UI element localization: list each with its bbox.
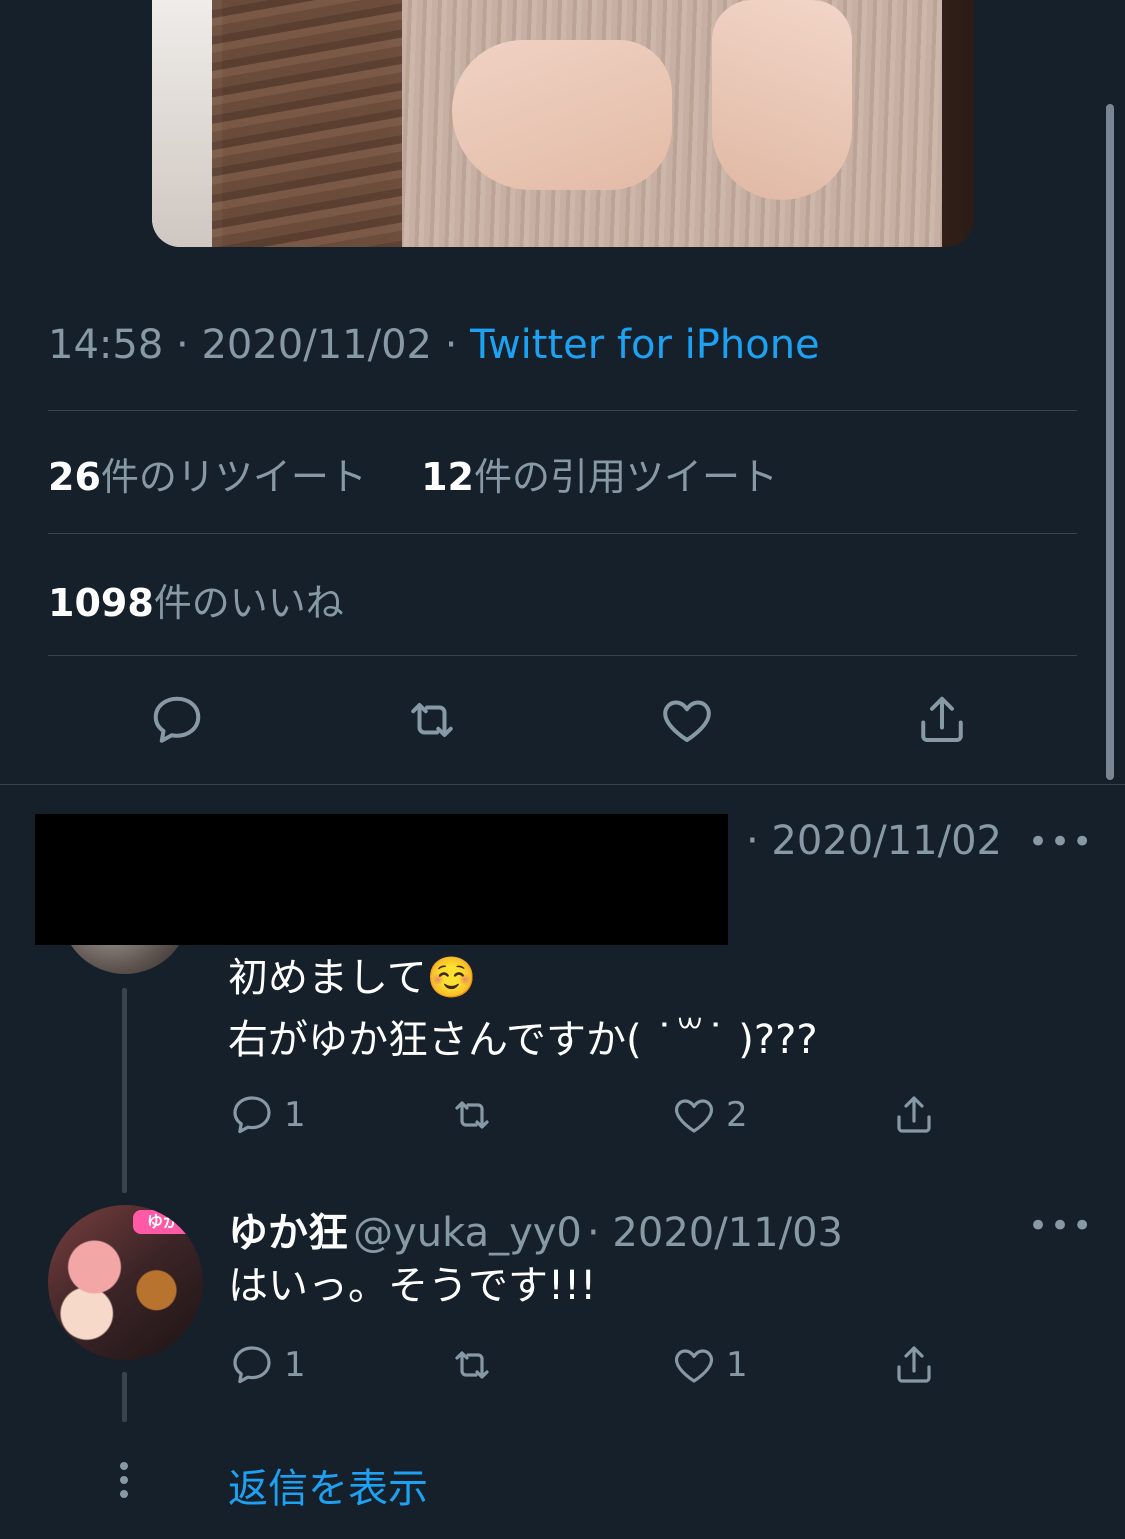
retweet-stats: 26件のリツイート 12件の引用ツイート [48,446,778,501]
tweet-meta: 14:58 · 2020/11/02 · Twitter for iPhone [48,322,820,368]
retweet-button[interactable] [448,1090,504,1140]
like-icon [663,700,711,742]
reply-button[interactable] [147,690,207,750]
retweet-button[interactable] [448,1340,504,1390]
divider [48,410,1077,411]
meta-separator: · [176,322,202,368]
photo-wood-area [212,0,412,247]
tweet-time: 14:58 [48,322,164,368]
reply-text-line-1: 初めまして☺️ [228,955,477,1001]
share-icon [897,1346,931,1383]
reply-button[interactable]: 1 [228,1090,306,1140]
retweet-button[interactable] [402,690,462,750]
reply-button[interactable]: 1 [228,1340,306,1390]
tweet-date: 2020/11/02 [201,322,432,368]
retweet-icon [455,1351,489,1379]
likes-label: 件のいいね [153,581,344,625]
user-handle[interactable]: @yuka_yy0 [353,1210,582,1256]
retweet-icon [455,1101,489,1129]
reply-date[interactable]: · 2020/11/03 [587,1210,843,1256]
retweets-label: 件のリツイート [100,455,367,499]
like-icon [674,1099,714,1133]
tweet-photo[interactable] [152,0,974,247]
share-button[interactable] [890,1340,938,1390]
show-replies-link[interactable]: 返信を表示 [228,1456,428,1514]
share-icon [921,696,963,742]
share-button[interactable] [912,690,972,750]
like-count: 2 [726,1095,748,1135]
share-icon [897,1096,931,1133]
photo-arm-right [712,0,852,200]
divider [0,784,1125,785]
reply-text: はいっ。そうです!!! [228,1263,597,1309]
likes-link[interactable]: 1098件のいいね [48,572,344,627]
thread-line [122,1372,127,1422]
reply-text-line-2: 右がゆか狂さんですか( ˙꒳˙ )??? [228,1017,818,1063]
quotes-count: 12 [421,455,474,499]
thread-line [122,988,127,1193]
photo-arm-left [452,40,672,190]
user-avatar[interactable]: ゆか [48,1205,203,1360]
retweets-link[interactable]: 26件のリツイート [48,455,367,499]
retweets-count: 26 [48,455,101,499]
more-icon[interactable]: ••• [1028,1206,1094,1246]
like-button[interactable]: 1 [670,1340,748,1390]
reply-icon [233,1096,271,1134]
retweet-icon [411,703,453,737]
reply-header: ゆか狂 @yuka_yy0 · 2020/11/03 [228,1200,843,1258]
tweet-source-link[interactable]: Twitter for iPhone [470,322,820,368]
like-icon [674,1349,714,1383]
divider [48,533,1077,534]
avatar-badge: ゆか [133,1210,193,1234]
likes-count: 1098 [48,581,154,625]
username[interactable]: ゆか狂 [228,1210,348,1256]
reply-count: 1 [284,1345,306,1385]
reply-icon [233,1346,271,1384]
like-count: 1 [726,1345,748,1385]
redacted-author [35,814,728,945]
scrollbar[interactable] [1106,104,1114,780]
reply-date[interactable]: · 2020/11/02 [746,818,1002,864]
meta-separator: · [444,322,471,368]
share-button[interactable] [890,1090,938,1140]
divider [48,655,1077,656]
more-icon[interactable]: ••• [1028,822,1094,862]
like-button[interactable]: 2 [670,1090,748,1140]
more-replies-dots-icon [120,1462,128,1504]
quotes-link[interactable]: 12件の引用ツイート [421,455,778,499]
like-button[interactable] [657,690,717,750]
reply-icon [153,696,201,743]
reply-count: 1 [284,1095,306,1135]
quotes-label: 件の引用ツイート [473,455,778,499]
